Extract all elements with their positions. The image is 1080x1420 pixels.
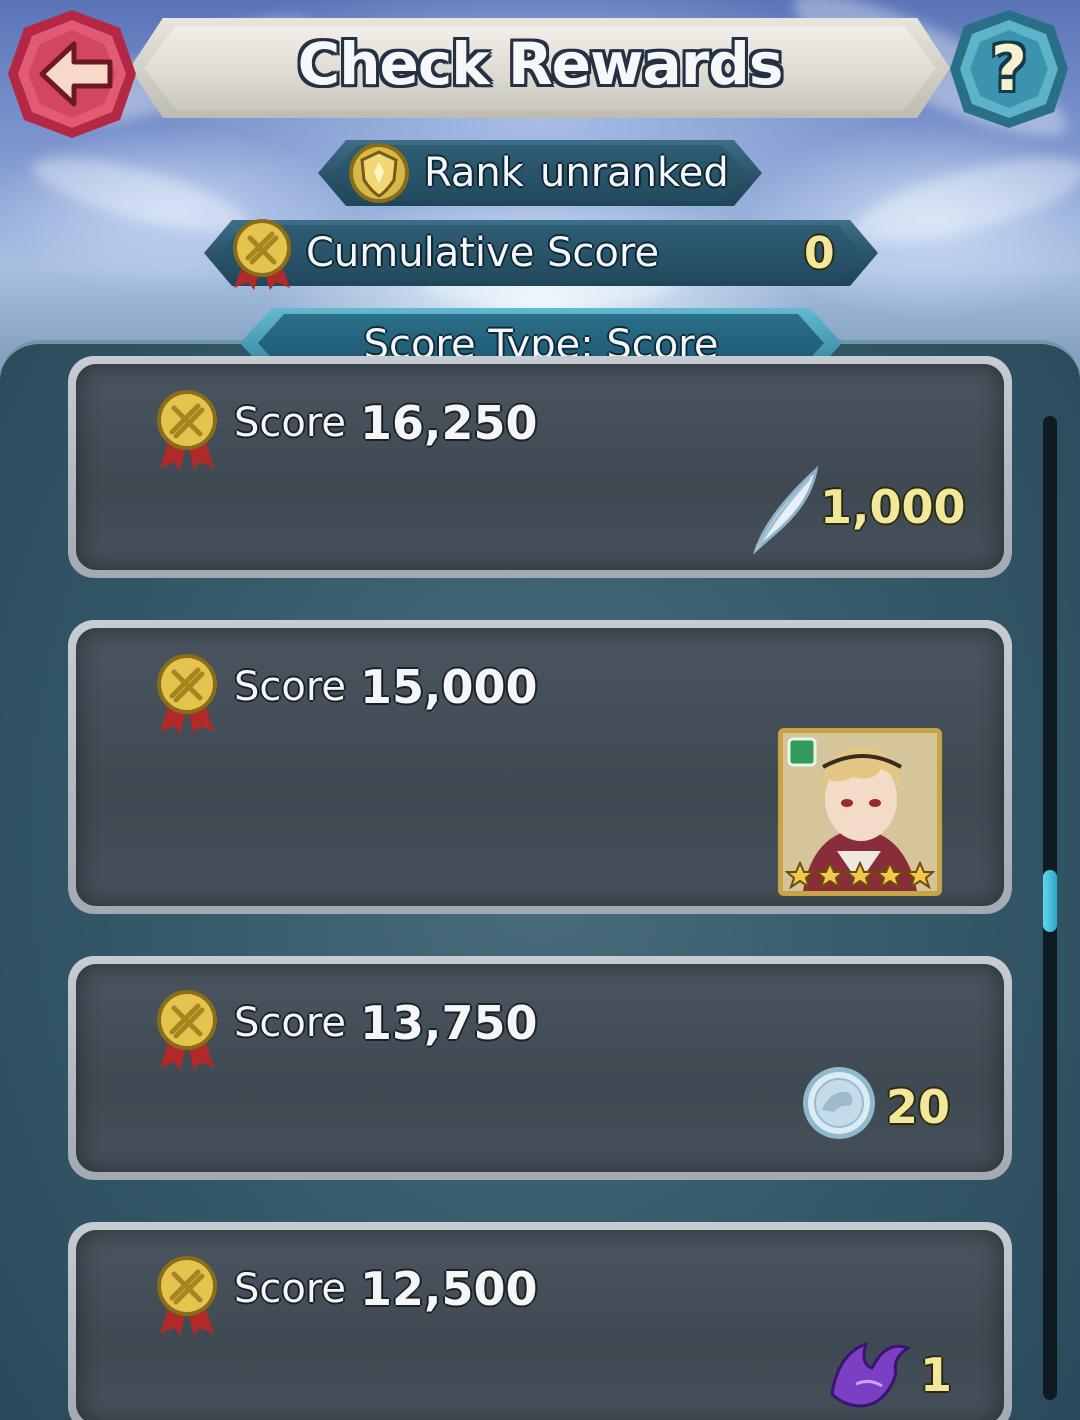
rank-value: unranked [540,150,729,196]
score-label: Score [234,1000,347,1046]
help-label: ? [991,32,1027,105]
feather-icon [753,465,819,554]
score-threshold: 13,750 [360,996,538,1050]
reward-card: Score 13,750 20 [68,956,1012,1180]
score-label: Score [234,1266,347,1312]
back-arrow-icon [8,10,136,138]
cumulative-score-value: 0 [804,228,835,279]
score-label: Score [234,664,347,710]
sacred-coin-icon [803,1067,875,1139]
help-button[interactable]: ? [944,4,1074,134]
reward-quantity: 1,000 [820,480,966,534]
reward-card: Score 15,000 [68,620,1012,914]
score-medal-icon [157,654,217,734]
scrollbar[interactable] [1043,416,1057,1400]
score-medal-icon [157,390,217,470]
back-button[interactable] [2,4,142,144]
score-threshold: 16,250 [360,396,538,450]
tome-icon [787,737,817,767]
score-label: Score [234,400,347,446]
hero-stars [785,861,935,889]
score-medal-icon [233,219,291,290]
cumulative-score-label: Cumulative Score [306,230,660,276]
scroll-thumb[interactable] [1043,870,1057,932]
page-title: Check Rewards [297,30,784,98]
score-medal-icon [157,1256,217,1336]
rank-shield-icon [349,143,409,203]
reward-card: Score 12,500 1 [68,1222,1012,1420]
score-threshold: 12,500 [360,1262,538,1316]
hero-portrait[interactable] [778,728,942,896]
rank-label: Rank [424,150,524,196]
reward-quantity: 20 [886,1080,951,1134]
score-medal-icon [157,990,217,1070]
reward-quantity: 1 [920,1348,953,1402]
score-threshold: 15,000 [360,660,538,714]
reward-card: Score 16,250 1,000 [68,356,1012,578]
dragon-emblem-icon [830,1341,912,1408]
